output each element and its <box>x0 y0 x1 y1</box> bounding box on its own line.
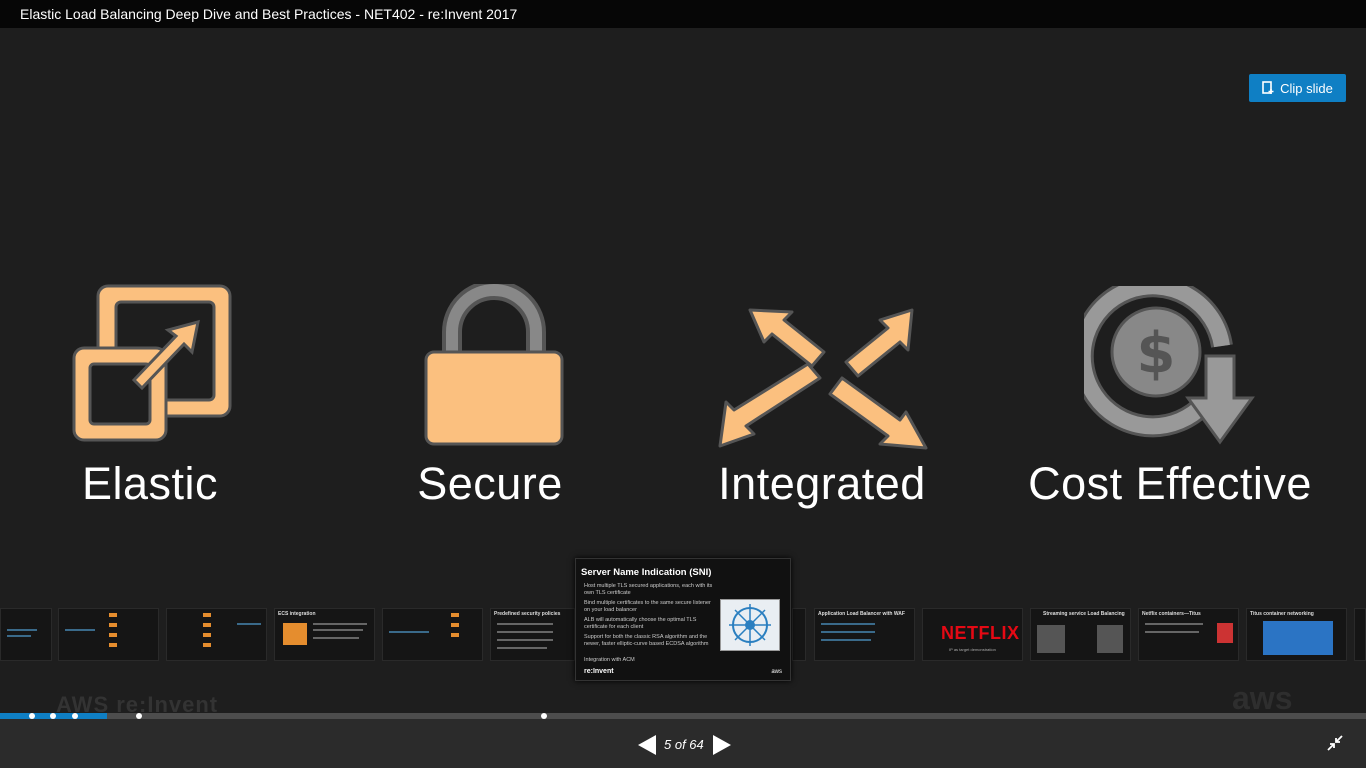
slide-counter: 5 of 64 <box>664 737 704 752</box>
exit-fullscreen-icon[interactable] <box>1327 735 1343 751</box>
thumbnail-slide[interactable] <box>1354 608 1366 661</box>
thumbnail-slide[interactable] <box>166 608 267 661</box>
thumbnail-slide[interactable] <box>58 608 159 661</box>
crossed-arrows-icon <box>716 308 928 455</box>
preview-title: Server Name Indication (SNI) <box>581 567 712 578</box>
thumbnail-slide[interactable] <box>382 608 483 661</box>
thumbnail-slide[interactable]: NETFLIX IP as target demonstration <box>922 608 1023 661</box>
thumbnail-slide[interactable]: Predefined security policies <box>490 608 575 661</box>
thumbnail-slide[interactable]: Netflix containers—Titus <box>1138 608 1239 661</box>
preview-footer: re:Invent <box>584 668 614 675</box>
svg-text:$: $ <box>1137 321 1176 386</box>
elastic-icon <box>72 282 234 449</box>
preview-brand: aws <box>771 669 782 675</box>
pillar-label-integrated: Integrated <box>718 458 926 509</box>
thumbnail-slide[interactable] <box>792 608 806 661</box>
preview-line: Bind multiple certificates to the same s… <box>584 600 711 613</box>
clip-icon <box>1262 81 1275 95</box>
thumbnail-slide[interactable]: Streaming service Load Balancing <box>1030 608 1131 661</box>
thumbnail-slide[interactable] <box>0 608 52 661</box>
thumbnail-slide[interactable]: Titus container networking <box>1246 608 1347 661</box>
preview-line: ALB will automatically choose the optima… <box>584 617 697 630</box>
thumbnail-slide[interactable]: Application Load Balancer with WAF <box>814 608 915 661</box>
pillar-label-elastic: Elastic <box>81 458 219 509</box>
playback-controls: 5 of 64 <box>0 719 1366 768</box>
next-arrow-icon[interactable] <box>712 734 732 756</box>
clip-slide-button[interactable]: Clip slide <box>1249 74 1346 102</box>
preview-line: Support for both the classic RSA algorit… <box>584 634 709 647</box>
pillar-label-secure: Secure <box>417 458 563 509</box>
thumbnail-preview[interactable]: Server Name Indication (SNI) Host multip… <box>575 558 791 681</box>
clip-slide-label: Clip slide <box>1280 80 1333 96</box>
aws-watermark: aws <box>1232 680 1293 716</box>
pillar-label-cost-effective: Cost Effective <box>1028 458 1312 509</box>
padlock-icon <box>424 280 564 451</box>
ships-wheel-image <box>720 599 780 651</box>
thumbnail-slide[interactable]: ECS integration <box>274 608 375 661</box>
dollar-down-arrow-icon: $ <box>1071 275 1256 453</box>
preview-line: Integration with ACM <box>584 657 635 663</box>
preview-line: Host multiple TLS secured applications, … <box>584 583 713 596</box>
prev-arrow-icon[interactable] <box>637 734 657 756</box>
slideshow-viewer: Elastic Load Balancing Deep Dive and Bes… <box>0 0 1366 768</box>
presentation-title: Elastic Load Balancing Deep Dive and Bes… <box>0 0 1366 28</box>
